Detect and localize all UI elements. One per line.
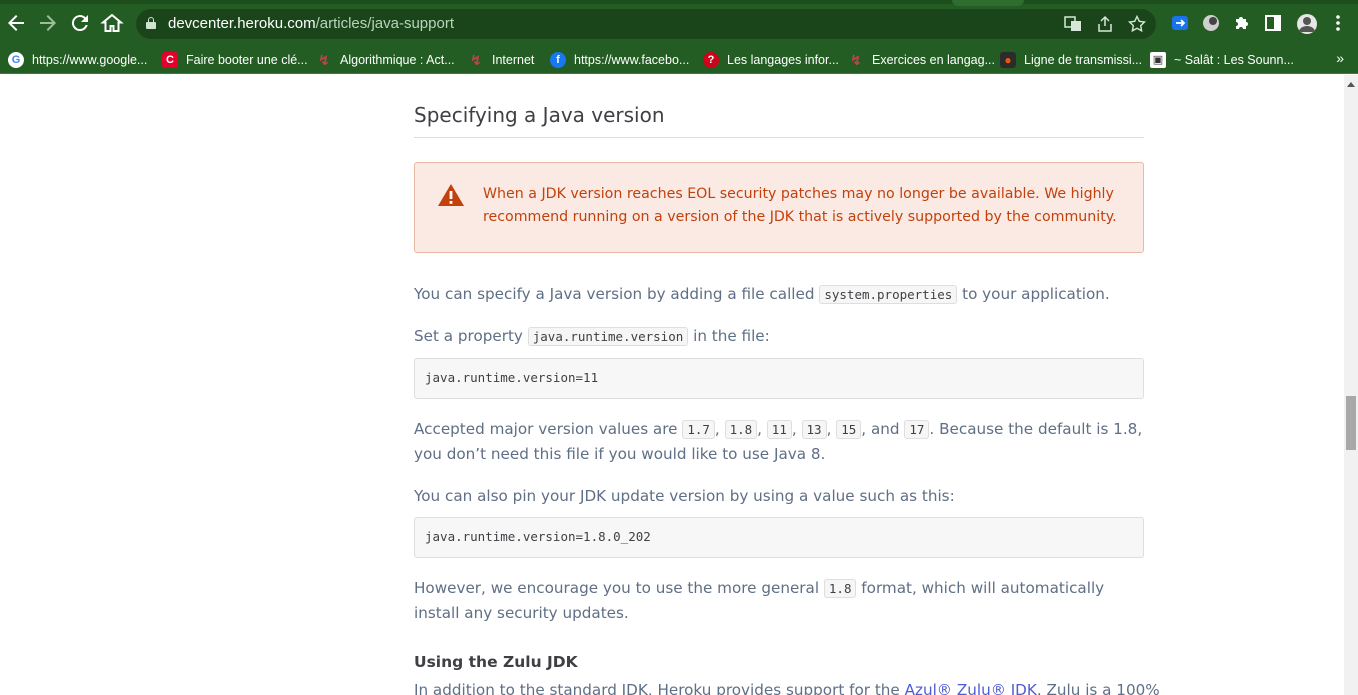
paragraph: However, we encourage you to use the mor… — [414, 576, 1144, 626]
text: Set a property — [414, 327, 528, 345]
browser-menu-icon[interactable] — [1328, 13, 1348, 33]
paragraph: Set a property java.runtime.version in t… — [414, 324, 1144, 349]
home-icon — [100, 13, 124, 32]
bookmark-item[interactable]: ↯ Internet — [468, 50, 534, 70]
url-path: /articles/java-support — [315, 15, 454, 32]
text: In addition to the standard JDK, Heroku … — [414, 681, 905, 695]
code-block: java.runtime.version=1.8.0_202 — [414, 517, 1144, 558]
page-scrollbar[interactable] — [1344, 75, 1358, 695]
text: Accepted major version values are — [414, 420, 683, 438]
arrow-right-icon — [40, 15, 56, 31]
paragraph: Accepted major version values are 1.7, 1… — [414, 420, 1143, 463]
inline-code: system.properties — [819, 285, 958, 304]
arrow-left-icon — [8, 15, 24, 31]
bookmark-item[interactable]: f https://www.facebo... — [550, 50, 689, 70]
bookmark-item[interactable]: ▣ ~ Salât : Les Sounn... — [1150, 50, 1294, 70]
browser-toolbar: devcenter.heroku.com/articles/java-suppo… — [0, 0, 1358, 46]
bookmark-item[interactable]: ? Les langages infor... — [703, 50, 839, 70]
back-button[interactable] — [4, 11, 28, 35]
bookmark-item[interactable]: ↯ Algorithmique : Act... — [316, 50, 455, 70]
bookmarks-overflow-chevron-icon[interactable]: » — [1336, 50, 1344, 66]
address-bar[interactable]: devcenter.heroku.com/articles/java-suppo… — [136, 9, 1156, 39]
warning-callout: When a JDK version reaches EOL security … — [414, 162, 1144, 253]
bookmark-label: https://www.google... — [32, 53, 148, 67]
extensions-puzzle-icon[interactable] — [1232, 13, 1252, 33]
text: . Zulu is a 100% — [1036, 681, 1160, 695]
bookmark-label: Ligne de transmissi... — [1024, 53, 1143, 67]
url-host: devcenter.heroku.com — [168, 15, 316, 32]
bookmark-label: Internet — [492, 53, 535, 67]
home-button[interactable] — [100, 11, 124, 35]
lock-icon[interactable] — [146, 17, 156, 29]
active-tab-edge[interactable] — [952, 0, 1024, 6]
openclassrooms-icon: ↯ — [318, 52, 330, 68]
section-heading: Specifying a Java version — [414, 103, 1144, 138]
bookmark-item[interactable]: ● Ligne de transmissi... — [1000, 50, 1142, 70]
subsection-heading: Using the Zulu JDK — [414, 653, 578, 671]
bookmark-label: Algorithmique : Act... — [340, 53, 455, 67]
inline-code: 15 — [836, 420, 862, 439]
google-icon: G — [8, 52, 24, 68]
page-content: Specifying a Java version When a JDK ver… — [0, 75, 1344, 695]
bookmark-item[interactable]: ↯ Exercices en langag... — [848, 50, 995, 70]
text: However, we encourage you to use the mor… — [414, 579, 824, 597]
question-icon: ? — [703, 52, 719, 68]
reload-button[interactable] — [68, 11, 92, 35]
bookmark-item[interactable]: G https://www.google... — [8, 50, 147, 70]
paragraph: You can also pin your JDK update version… — [414, 487, 955, 505]
inline-code: 13 — [801, 420, 827, 439]
inline-code: 1.8 — [724, 420, 758, 439]
inline-code: 1.8 — [823, 579, 857, 598]
scrollbar-thumb[interactable] — [1346, 396, 1356, 450]
bookmark-label: https://www.facebo... — [574, 53, 690, 67]
tab-strip — [0, 0, 1358, 4]
scroll-up-arrow-icon[interactable] — [1347, 82, 1355, 87]
share-icon[interactable] — [1096, 15, 1114, 33]
extension-profile-icon[interactable] — [1201, 13, 1221, 33]
site-icon: ▣ — [1150, 52, 1166, 68]
paragraph: In addition to the standard JDK, Heroku … — [414, 678, 1160, 695]
inline-code: 11 — [766, 420, 792, 439]
extension-translate-icon[interactable] — [1170, 13, 1190, 33]
text: , and — [861, 420, 905, 438]
paragraph: You can specify a Java version by adding… — [414, 282, 1144, 307]
inline-code: java.runtime.version — [527, 327, 689, 346]
text: You can specify a Java version by adding… — [414, 285, 820, 303]
text: to your application. — [957, 285, 1110, 303]
bookmark-item[interactable]: C Faire booter une clé... — [162, 50, 308, 70]
bookmark-label: ~ Salât : Les Sounn... — [1174, 53, 1294, 67]
star-icon[interactable] — [1127, 14, 1147, 33]
warning-text: When a JDK version reaches EOL security … — [483, 186, 1117, 225]
profile-avatar-icon[interactable] — [1296, 13, 1317, 34]
url-text[interactable]: devcenter.heroku.com/articles/java-suppo… — [168, 15, 454, 32]
orange-dot-icon: ● — [1000, 52, 1016, 68]
code-block: java.runtime.version=11 — [414, 358, 1144, 399]
bookmark-label: Les langages infor... — [727, 53, 839, 67]
forward-button[interactable] — [36, 11, 60, 35]
openclassrooms-icon: ↯ — [470, 52, 482, 68]
bookmark-label: Faire booter une clé... — [186, 53, 308, 67]
warning-icon — [438, 184, 464, 206]
azul-zulu-link[interactable]: Azul® Zulu® JDK — [905, 681, 1037, 695]
c-red-icon: C — [162, 52, 178, 68]
reload-icon — [71, 15, 88, 32]
side-panel-icon[interactable] — [1263, 13, 1283, 33]
openclassrooms-icon: ↯ — [850, 52, 862, 68]
inline-code: 17 — [904, 420, 930, 439]
translate-icon[interactable] — [1064, 15, 1082, 33]
bookmarks-bar: G https://www.google... C Faire booter u… — [0, 46, 1358, 74]
bookmark-label: Exercices en langag... — [872, 53, 995, 67]
facebook-icon: f — [550, 52, 566, 68]
inline-code: 1.7 — [682, 420, 715, 439]
text: in the file: — [688, 327, 770, 345]
